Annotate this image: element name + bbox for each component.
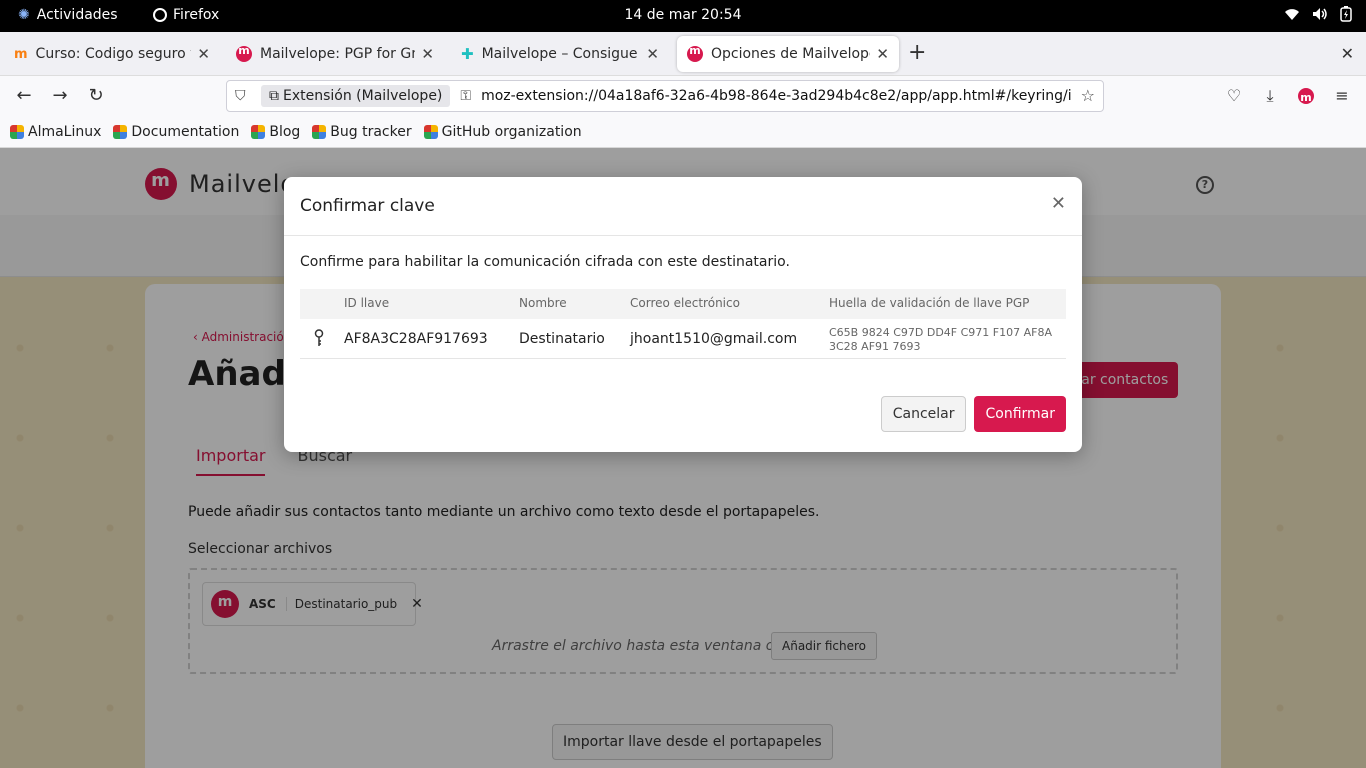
close-tab-icon[interactable]: ✕: [876, 45, 889, 63]
dialog-header: Confirmar clave ✕: [284, 177, 1082, 236]
moodle-icon: m: [14, 46, 28, 62]
tab-mailvelope-gmail[interactable]: Mailvelope: PGP for Gmai ✕: [226, 36, 444, 72]
puzzle-icon: ✚: [461, 45, 474, 63]
bookmark-github[interactable]: GitHub organization: [423, 124, 582, 140]
almalinux-icon: [251, 124, 266, 139]
column-key-id: ID llave: [344, 296, 390, 310]
key-icon: [314, 329, 324, 351]
dialog-title: Confirmar clave: [300, 196, 435, 216]
close-tab-icon[interactable]: ✕: [646, 45, 659, 63]
close-dialog-icon[interactable]: ✕: [1051, 193, 1066, 214]
system-top-bar: ✺ Actividades Firefox 14 de mar 20:54: [0, 0, 1366, 32]
table-row: AF8A3C28AF917693 Destinatario jhoant1510…: [300, 319, 1066, 359]
almalinux-icon: [423, 124, 438, 139]
key-table-header: ID llave Nombre Correo electrónico Huell…: [300, 289, 1066, 319]
download-icon[interactable]: ⤓: [1258, 84, 1282, 108]
tab-mailvelope-addon[interactable]: ✚ Mailvelope – Consigue est ✕: [451, 36, 669, 72]
mailvelope-toolbar-icon[interactable]: [1294, 84, 1318, 110]
nav-toolbar: ← → ↻ ⛉ ⧉ Extensión (Mailvelope) ⚿ moz-e…: [0, 76, 1366, 116]
mailvelope-icon: [236, 44, 252, 62]
tab-title: Mailvelope – Consigue est: [481, 46, 641, 62]
cancel-button[interactable]: Cancelar: [880, 396, 967, 432]
new-tab-button[interactable]: +: [908, 40, 926, 65]
mailvelope-icon: [1298, 86, 1314, 110]
mailvelope-icon: [687, 44, 703, 62]
forward-button[interactable]: →: [48, 84, 72, 108]
tab-curso[interactable]: m Curso: Codigo seguro y ge ✕: [4, 36, 220, 72]
url-bar[interactable]: ⛉ ⧉ Extensión (Mailvelope) ⚿ moz-extensi…: [226, 80, 1104, 112]
puzzle-icon: ⧉: [269, 88, 279, 104]
tab-mailvelope-options[interactable]: Opciones de Mailvelope ✕: [677, 36, 899, 72]
bookmarks-bar: AlmaLinux Documentation Blog Bug tracker…: [0, 116, 1366, 148]
battery-icon: [1340, 6, 1352, 26]
app-name: Firefox: [173, 7, 220, 23]
bookmark-bug-tracker[interactable]: Bug tracker: [312, 124, 412, 140]
app-menu[interactable]: Firefox: [153, 7, 219, 23]
almalinux-icon: [312, 124, 327, 139]
menu-icon[interactable]: ≡: [1330, 84, 1354, 108]
tab-title: Curso: Codigo seguro y ge: [35, 46, 192, 62]
bookmark-almalinux[interactable]: AlmaLinux: [10, 124, 101, 140]
dialog-footer: Cancelar Confirmar: [880, 396, 1066, 432]
shield-icon[interactable]: ⛉: [235, 88, 255, 104]
volume-icon: [1312, 7, 1328, 25]
close-window-icon[interactable]: ✕: [1341, 44, 1354, 63]
key-icon[interactable]: ⚿: [460, 88, 471, 104]
name-value: Destinatario: [519, 331, 605, 347]
key-id-value: AF8A3C28AF917693: [344, 331, 488, 347]
close-tab-icon[interactable]: ✕: [421, 45, 434, 63]
almalinux-icon: [113, 124, 128, 139]
column-name: Nombre: [519, 296, 567, 310]
activities-button[interactable]: ✺ Actividades: [18, 7, 118, 23]
clock[interactable]: 14 de mar 20:54: [625, 7, 742, 23]
close-tab-icon[interactable]: ✕: [197, 45, 210, 63]
tab-strip: m Curso: Codigo seguro y ge ✕ Mailvelope…: [0, 32, 1366, 76]
key-table: ID llave Nombre Correo electrónico Huell…: [300, 289, 1066, 359]
tab-title: Opciones de Mailvelope: [711, 46, 871, 62]
url-text[interactable]: moz-extension://04a18af6-32a6-4b98-864e-…: [481, 88, 1071, 104]
wifi-icon: [1284, 7, 1300, 25]
bookmark-star-icon[interactable]: ☆: [1081, 86, 1095, 105]
fingerprint-value: C65B 9824 C97D DD4F C971 F107 AF8A 3C28 …: [829, 326, 1052, 353]
system-tray[interactable]: [1284, 6, 1352, 26]
dialog-message: Confirme para habilitar la comunicación …: [300, 254, 790, 270]
confirm-key-dialog: Confirmar clave ✕ Confirme para habilita…: [284, 177, 1082, 452]
bookmark-documentation[interactable]: Documentation: [113, 124, 239, 140]
firefox-icon: [153, 8, 167, 22]
extension-identity-chip[interactable]: ⧉ Extensión (Mailvelope): [261, 85, 451, 107]
column-fingerprint: Huella de validación de llave PGP: [829, 296, 1030, 310]
bookmark-blog[interactable]: Blog: [251, 124, 300, 140]
back-button[interactable]: ←: [12, 84, 36, 108]
pocket-icon[interactable]: ♡: [1222, 84, 1246, 108]
extension-label: Extensión (Mailvelope): [283, 88, 443, 104]
almalinux-icon: [10, 124, 24, 139]
activities-label: Actividades: [36, 7, 118, 23]
email-value: jhoant1510@gmail.com: [630, 331, 798, 347]
activities-icon: ✺: [18, 7, 30, 23]
tab-title: Mailvelope: PGP for Gmai: [260, 46, 415, 62]
confirm-button[interactable]: Confirmar: [974, 396, 1066, 432]
reload-button[interactable]: ↻: [84, 84, 108, 108]
column-email: Correo electrónico: [630, 296, 740, 310]
